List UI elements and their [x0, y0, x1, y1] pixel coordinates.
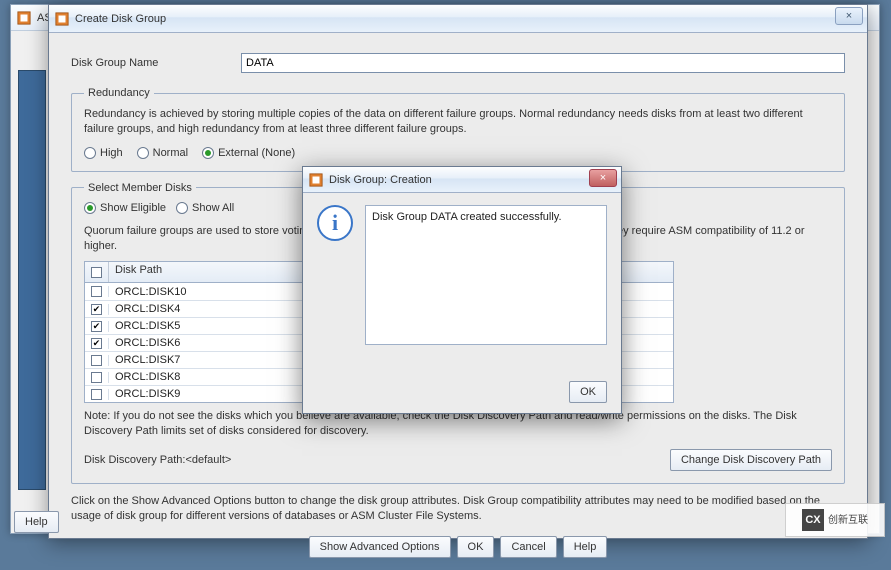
modal-ok-button[interactable]: OK: [569, 381, 607, 403]
change-discovery-path-button[interactable]: Change Disk Discovery Path: [670, 449, 832, 471]
modal-titlebar[interactable]: Disk Group: Creation ×: [303, 167, 621, 193]
redundancy-external-label: External (None): [218, 147, 295, 159]
cancel-label: Cancel: [511, 541, 545, 553]
redundancy-options: High Normal External (None): [84, 147, 832, 159]
show-advanced-options-button[interactable]: Show Advanced Options: [309, 536, 451, 558]
show-all-radio[interactable]: Show All: [176, 202, 234, 214]
redundancy-normal-radio[interactable]: Normal: [137, 147, 188, 159]
redundancy-fieldset: Redundancy Redundancy is achieved by sto…: [71, 87, 845, 172]
select-all-checkbox[interactable]: [85, 262, 109, 282]
redundancy-normal-label: Normal: [153, 147, 188, 159]
redundancy-high-radio[interactable]: High: [84, 147, 123, 159]
help-label: Help: [574, 541, 597, 553]
radio-icon: [137, 147, 149, 159]
disk-checkbox[interactable]: ✔: [85, 321, 109, 332]
checkbox-icon: [91, 389, 102, 400]
info-icon: i: [317, 205, 353, 241]
show-eligible-radio[interactable]: Show Eligible: [84, 202, 166, 214]
show-advanced-options-label: Show Advanced Options: [320, 541, 440, 553]
modal-title: Disk Group: Creation: [329, 174, 432, 186]
app-icon: [55, 12, 69, 26]
watermark-logo: CX 创新互联: [785, 503, 885, 537]
modal-close-button[interactable]: ×: [589, 169, 617, 187]
watermark-badge: CX: [802, 509, 824, 531]
redundancy-description: Redundancy is achieved by storing multip…: [84, 107, 832, 137]
disk-discovery-path-label: Disk Discovery Path:<default>: [84, 454, 231, 466]
modal-message: Disk Group DATA created successfully.: [365, 205, 607, 345]
close-button[interactable]: ×: [835, 7, 863, 25]
dialog-footer: Show Advanced Options OK Cancel Help: [71, 536, 845, 562]
app-icon: [17, 11, 31, 25]
close-icon: ×: [600, 172, 606, 184]
redundancy-high-label: High: [100, 147, 123, 159]
change-discovery-path-label: Change Disk Discovery Path: [681, 454, 821, 466]
dialog-titlebar[interactable]: Create Disk Group ×: [49, 5, 867, 33]
checkbox-icon: ✔: [91, 338, 102, 349]
redundancy-external-radio[interactable]: External (None): [202, 147, 295, 159]
show-all-label: Show All: [192, 202, 234, 214]
redundancy-legend: Redundancy: [84, 87, 154, 99]
wizard-sidebar: [18, 70, 46, 490]
show-eligible-label: Show Eligible: [100, 202, 166, 214]
ok-button[interactable]: OK: [457, 536, 495, 558]
app-icon: [309, 173, 323, 187]
dialog-title: Create Disk Group: [75, 13, 166, 25]
checkbox-icon: ✔: [91, 304, 102, 315]
wizard-help-label: Help: [25, 516, 48, 528]
modal-ok-label: OK: [580, 386, 596, 398]
disk-checkbox[interactable]: ✔: [85, 338, 109, 349]
checkbox-icon: [91, 355, 102, 366]
checkbox-icon: [91, 286, 102, 297]
cancel-button[interactable]: Cancel: [500, 536, 556, 558]
disk-checkbox[interactable]: [85, 389, 109, 400]
radio-icon: [176, 202, 188, 214]
checkbox-icon: [91, 372, 102, 383]
close-icon: ×: [846, 10, 852, 22]
radio-icon: [202, 147, 214, 159]
help-button[interactable]: Help: [563, 536, 608, 558]
disk-checkbox[interactable]: ✔: [85, 304, 109, 315]
creation-result-dialog: Disk Group: Creation × i Disk Group DATA…: [302, 166, 622, 414]
disk-checkbox[interactable]: [85, 372, 109, 383]
disk-group-name-input[interactable]: [241, 53, 845, 73]
disk-checkbox[interactable]: [85, 355, 109, 366]
watermark-text: 创新互联: [828, 515, 868, 526]
radio-icon: [84, 147, 96, 159]
ok-label: OK: [468, 541, 484, 553]
checkbox-icon: ✔: [91, 321, 102, 332]
disk-group-name-label: Disk Group Name: [71, 57, 241, 69]
advanced-options-instruction: Click on the Show Advanced Options butto…: [71, 494, 845, 524]
member-disks-legend: Select Member Disks: [84, 182, 196, 194]
disk-checkbox[interactable]: [85, 286, 109, 297]
wizard-help-button[interactable]: Help: [14, 511, 59, 533]
radio-icon: [84, 202, 96, 214]
